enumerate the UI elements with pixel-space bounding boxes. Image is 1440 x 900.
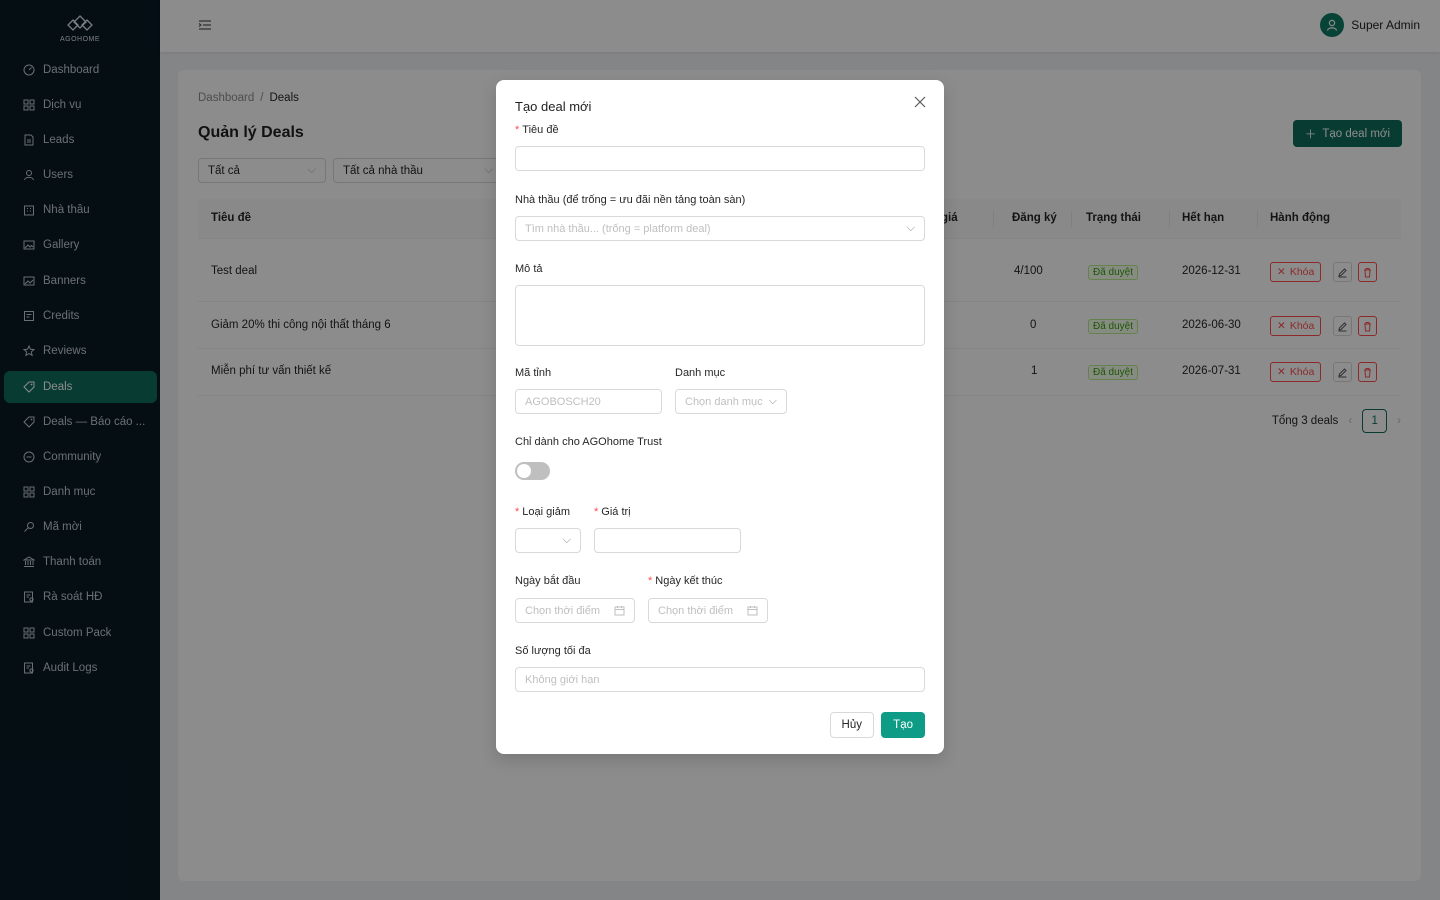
contractor-select[interactable]: Tìm nhà thầu... (trống = platform deal) …	[515, 216, 925, 241]
trust-only-field-label: Chỉ dành cho AGOhome Trust	[515, 436, 662, 448]
chevron-down-icon: ⌵	[906, 222, 915, 234]
chevron-down-icon: ⌵	[562, 534, 571, 546]
close-icon[interactable]	[914, 96, 928, 110]
category-select[interactable]: Chọn danh mục ⌵	[675, 389, 787, 414]
calendar-icon	[747, 606, 758, 616]
end-date-field-label: * Ngày kết thúc	[648, 575, 723, 587]
submit-button[interactable]: Tạo	[881, 712, 925, 738]
chevron-down-icon: ⌵	[768, 395, 777, 407]
discount-type-field-label: * Loại giảm	[515, 506, 570, 518]
promo-code-input[interactable]: AGOBOSCH20	[515, 389, 662, 414]
category-field-label: Danh mục	[675, 367, 726, 379]
end-date-picker[interactable]: Chọn thời điểm	[648, 598, 768, 623]
max-qty-placeholder: Không giới hạn	[525, 673, 600, 686]
max-qty-input[interactable]: Không giới hạn	[515, 667, 925, 692]
modal-title: Tạo deal mới	[515, 99, 592, 114]
description-field-label: Mô tả	[515, 263, 543, 275]
contractor-placeholder: Tìm nhà thầu... (trống = platform deal)	[525, 222, 711, 235]
value-input[interactable]	[594, 528, 741, 553]
category-placeholder: Chọn danh mục	[685, 395, 763, 408]
discount-type-select[interactable]: ⌵	[515, 528, 581, 553]
description-textarea[interactable]	[515, 285, 925, 346]
value-field-label: * Giá trị	[594, 506, 631, 518]
promo-code-placeholder: AGOBOSCH20	[525, 395, 601, 408]
create-deal-modal: Tạo deal mới * Tiêu đề Nhà thầu (để trống…	[496, 80, 944, 754]
start-date-picker[interactable]: Chọn thời điểm	[515, 598, 635, 623]
trust-only-toggle[interactable]	[515, 462, 550, 480]
calendar-icon	[614, 606, 625, 616]
contractor-field-label: Nhà thầu (để trống = ưu đãi nền tảng toà…	[515, 194, 746, 206]
start-date-placeholder: Chọn thời điểm	[525, 604, 601, 617]
max-qty-field-label: Số lượng tối đa	[515, 645, 591, 657]
cancel-button[interactable]: Hủy	[829, 712, 874, 738]
end-date-placeholder: Chọn thời điểm	[658, 604, 734, 617]
title-input[interactable]	[515, 146, 925, 171]
title-field-label: * Tiêu đề	[515, 124, 559, 136]
start-date-field-label: Ngày bắt đầu	[515, 575, 581, 587]
promo-code-field-label: Mã tỉnh	[515, 367, 552, 379]
